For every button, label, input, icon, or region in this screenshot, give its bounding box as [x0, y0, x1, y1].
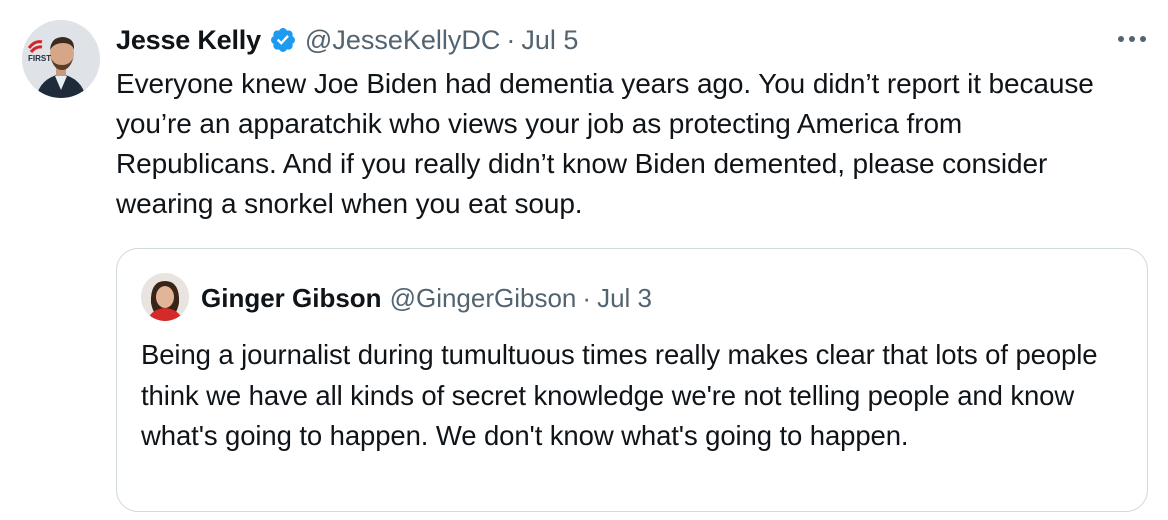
tweet-date[interactable]: Jul 5: [521, 25, 578, 56]
quoted-header-separator: ·: [582, 282, 592, 313]
tweet-text: Everyone knew Joe Biden had dementia yea…: [116, 68, 1094, 219]
header-separator: ·: [506, 24, 516, 55]
quoted-tweet-header: Ginger Gibson @GingerGibson · Jul 3: [201, 277, 652, 319]
quoted-author-name[interactable]: Ginger Gibson: [201, 283, 382, 314]
quoted-author-handle[interactable]: @GingerGibson: [390, 283, 577, 314]
quoted-tweet-text: Being a journalist during tumultuous tim…: [141, 339, 1098, 451]
quoted-author-avatar[interactable]: [141, 273, 189, 321]
tweet-header: Jesse Kelly @JesseKellyDC · Jul 5: [116, 18, 578, 62]
verified-badge-icon[interactable]: [269, 26, 297, 54]
quoted-author-avatar-image: [141, 273, 189, 321]
author-name[interactable]: Jesse Kelly: [116, 25, 261, 56]
author-handle[interactable]: @JesseKellyDC: [305, 25, 500, 56]
author-avatar[interactable]: FIRST: [22, 20, 100, 98]
tweet[interactable]: FIRST Jesse Kelly @JesseKellyDC · Jul 5 …: [0, 0, 1168, 520]
quoted-tweet-date[interactable]: Jul 3: [597, 283, 652, 314]
quoted-tweet-card[interactable]: Ginger Gibson @GingerGibson · Jul 3 Bein…: [116, 248, 1148, 512]
more-horizontal-icon: [1118, 36, 1146, 42]
avatar-badge-text: FIRST: [28, 54, 52, 63]
more-options-button[interactable]: [1114, 26, 1150, 52]
